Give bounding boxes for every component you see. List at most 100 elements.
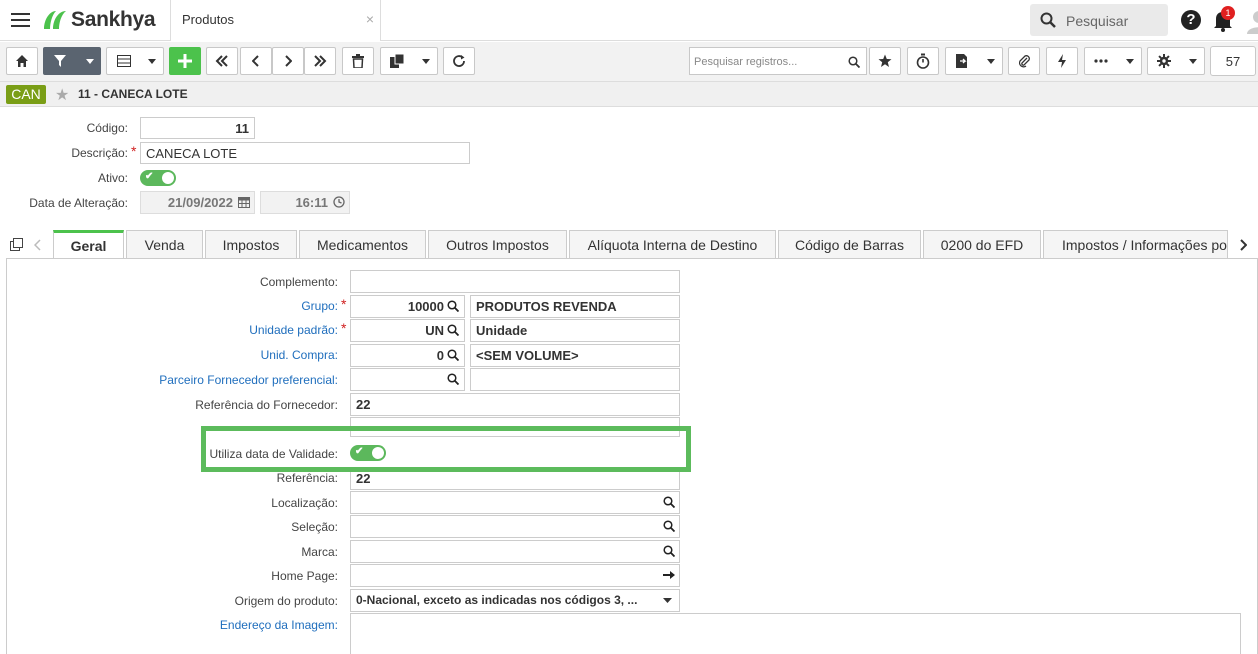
duplicate-button[interactable]	[380, 47, 438, 75]
chevron-right-icon	[285, 55, 292, 67]
tab-codigo-barras[interactable]: Código de Barras	[778, 230, 921, 259]
filter-icon	[54, 55, 66, 67]
tab-bar: Geral Venda Impostos Medicamentos Outros…	[0, 230, 1258, 259]
ref-fornecedor-field[interactable]: 22	[350, 393, 680, 416]
last-record-button[interactable]	[304, 47, 336, 75]
table-icon	[117, 55, 131, 67]
global-search[interactable]: Pesquisar	[1030, 4, 1168, 36]
help-icon[interactable]: ?	[1181, 10, 1201, 30]
parceiro-label[interactable]: Parceiro Fornecedor preferencial:	[100, 373, 338, 387]
refresh-button[interactable]	[443, 47, 475, 75]
ativo-toggle[interactable]: ✔	[140, 170, 176, 186]
double-chevron-right-icon	[314, 55, 327, 67]
chevron-down-icon	[663, 598, 672, 603]
tab-venda[interactable]: Venda	[126, 230, 203, 259]
search-icon	[1040, 12, 1056, 28]
favorite-star-icon[interactable]: ★	[55, 85, 69, 105]
search-icon[interactable]	[447, 349, 459, 361]
search-icon[interactable]	[848, 56, 860, 68]
actions-button[interactable]	[1046, 47, 1078, 75]
tab-outros-impostos[interactable]: Outros Impostos	[428, 230, 567, 259]
arrow-right-icon[interactable]	[663, 569, 675, 581]
search-icon[interactable]	[663, 545, 675, 557]
tab-scroll-right-icon[interactable]	[1239, 239, 1247, 251]
toolbar: Pesquisar registros... 57	[0, 42, 1258, 82]
origem-label: Origem do produto:	[234, 594, 338, 608]
origem-value: 0-Nacional, exceto as indicadas nos códi…	[356, 593, 638, 607]
codigo-field[interactable]: 11	[140, 117, 255, 139]
tab-impostos-info[interactable]: Impostos / Informações po	[1043, 230, 1228, 259]
avatar[interactable]	[1246, 8, 1258, 34]
more-dots-icon	[1094, 59, 1108, 63]
previous-record-button[interactable]	[240, 47, 272, 75]
logo: Sankhya	[42, 8, 156, 32]
tab-impostos[interactable]: Impostos	[205, 230, 297, 259]
validade-highlight	[201, 426, 691, 472]
close-icon[interactable]: ×	[366, 11, 374, 27]
complemento-field[interactable]	[350, 270, 680, 293]
favorite-button[interactable]	[869, 47, 901, 75]
origem-select[interactable]: 0-Nacional, exceto as indicadas nos códi…	[350, 589, 680, 612]
windows-icon[interactable]	[10, 238, 24, 252]
notification-badge: 1	[1221, 6, 1235, 20]
settings-button[interactable]	[1147, 47, 1205, 75]
tab-geral[interactable]: Geral	[53, 230, 124, 259]
search-icon[interactable]	[663, 496, 675, 508]
imagem-label[interactable]: Endereço da Imagem:	[150, 618, 338, 632]
plus-icon	[178, 54, 192, 68]
search-placeholder: Pesquisar	[1066, 13, 1129, 29]
search-icon[interactable]	[447, 300, 459, 312]
descricao-field[interactable]: CANECA LOTE	[140, 142, 470, 164]
record-header: CAN ★ 11 - CANECA LOTE	[0, 82, 1258, 107]
tab-medicamentos[interactable]: Medicamentos	[299, 230, 426, 259]
home-icon	[16, 55, 28, 67]
homepage-field[interactable]	[350, 564, 680, 587]
chevron-down-icon	[987, 59, 995, 64]
localizacao-field[interactable]	[350, 491, 680, 514]
record-count: 57	[1210, 46, 1256, 76]
stopwatch-icon	[916, 53, 930, 69]
grupo-label[interactable]: Grupo:	[150, 299, 338, 313]
file-export-icon	[956, 54, 967, 68]
complemento-label: Complemento:	[259, 275, 338, 289]
add-button[interactable]	[169, 47, 201, 75]
grupo-desc-field: PRODUTOS REVENDA	[470, 295, 680, 318]
tab-aliquota[interactable]: Alíquota Interna de Destino	[569, 230, 776, 259]
search-icon[interactable]	[663, 520, 675, 532]
required-marker: *	[131, 143, 137, 159]
unidade-label[interactable]: Unidade padrão:	[150, 323, 338, 337]
tab-produtos[interactable]: Produtos ×	[170, 0, 381, 41]
search-icon[interactable]	[447, 324, 459, 336]
selecao-label: Seleção:	[291, 520, 338, 534]
record-search-input[interactable]: Pesquisar registros...	[689, 47, 867, 75]
calendar-icon	[238, 197, 250, 208]
attachment-button[interactable]	[1008, 47, 1040, 75]
marca-field[interactable]	[350, 540, 680, 563]
tab-scroll-left-icon[interactable]	[34, 239, 42, 251]
refresh-icon	[453, 55, 465, 67]
ativo-label: Ativo:	[97, 171, 128, 185]
clock-icon	[333, 196, 345, 208]
first-record-button[interactable]	[206, 47, 238, 75]
imagem-field[interactable]	[350, 613, 1241, 654]
chevron-down-icon	[422, 59, 430, 64]
filter-button[interactable]	[43, 47, 101, 75]
tab-efd[interactable]: 0200 do EFD	[923, 230, 1041, 259]
sankhya-logo-icon	[44, 11, 66, 29]
menu-icon[interactable]	[11, 13, 30, 27]
search-icon[interactable]	[447, 373, 459, 385]
star-icon	[878, 54, 892, 67]
more-button[interactable]	[1084, 47, 1142, 75]
home-button[interactable]	[6, 47, 38, 75]
delete-button[interactable]	[342, 47, 374, 75]
trash-icon	[352, 54, 364, 68]
unid-compra-label[interactable]: Unid. Compra:	[150, 348, 338, 362]
selecao-field[interactable]	[350, 515, 680, 538]
grid-view-button[interactable]	[106, 47, 164, 75]
next-record-button[interactable]	[272, 47, 304, 75]
unid-compra-desc-field: <SEM VOLUME>	[470, 344, 680, 367]
timer-button[interactable]	[907, 47, 939, 75]
ref-fornecedor-label: Referência do Fornecedor:	[195, 398, 338, 412]
export-button[interactable]	[945, 47, 1003, 75]
brand-name: Sankhya	[71, 8, 156, 31]
